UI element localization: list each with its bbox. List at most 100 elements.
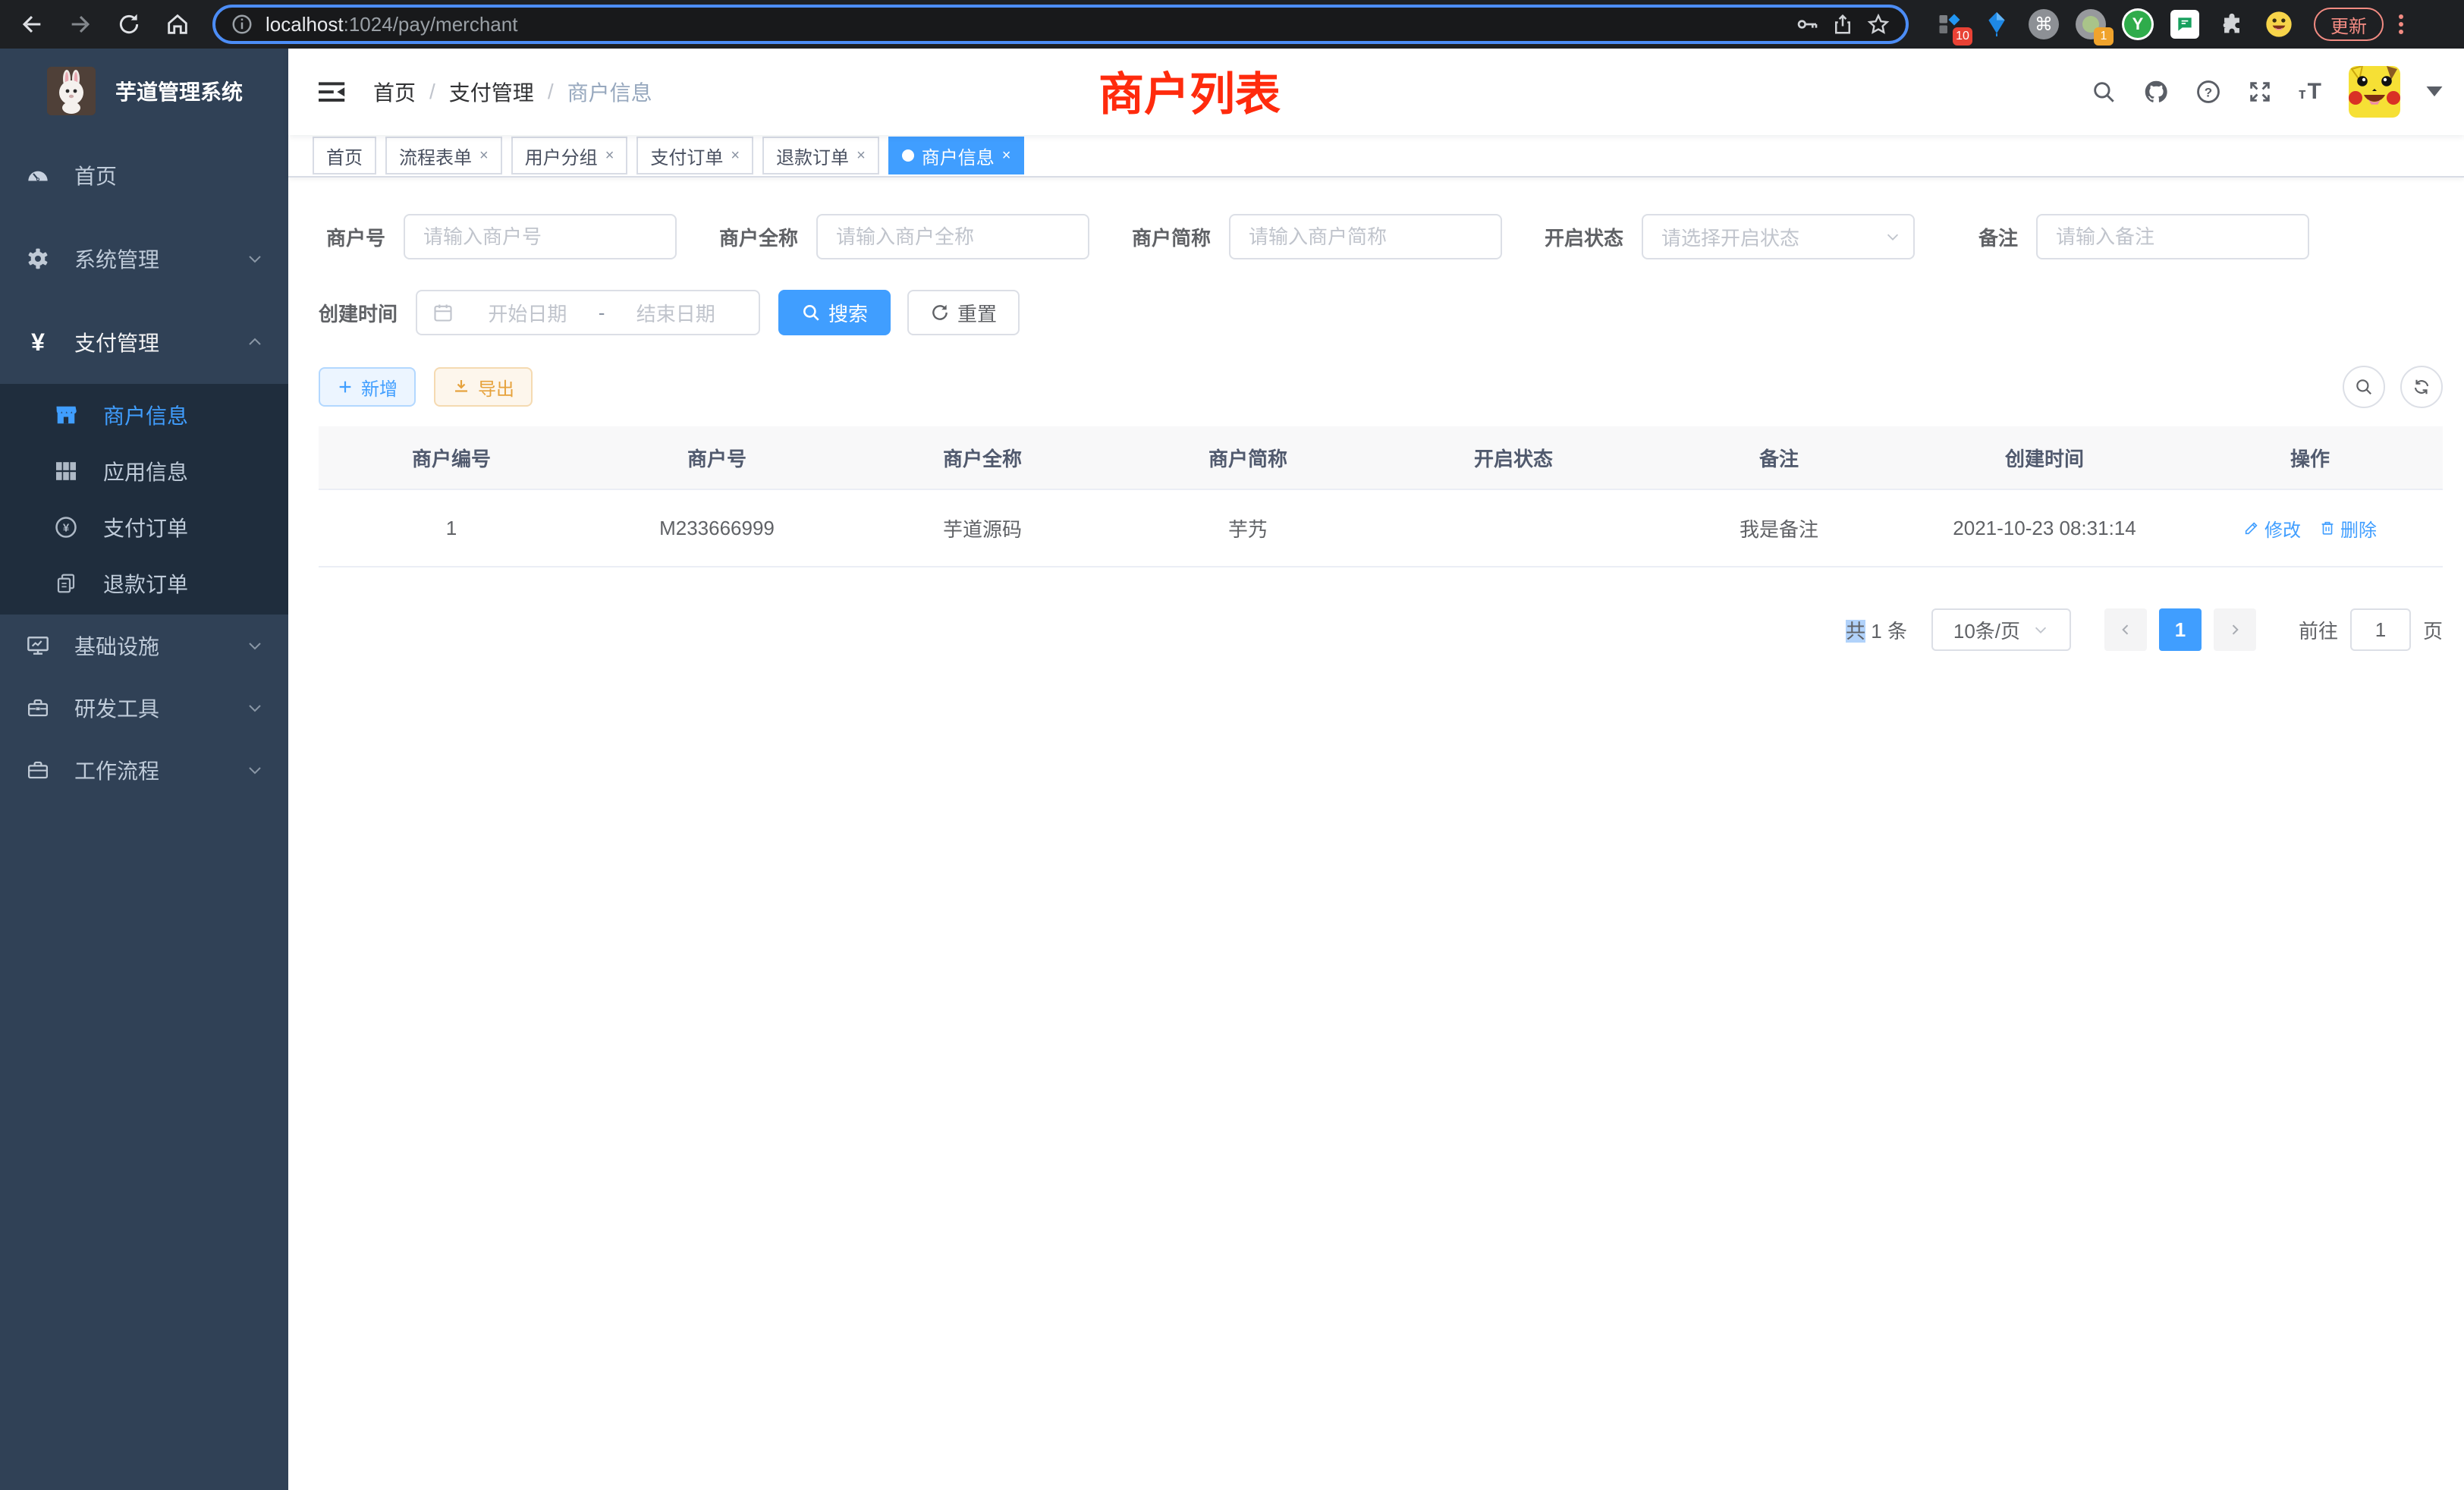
filter-row-1: 商户号 商户全称 商户简称 开启状态 请选择开启状态 (319, 214, 2443, 259)
yen-circle-icon: ¥ (55, 515, 77, 539)
yen-icon: ¥ (26, 328, 50, 357)
toggle-search-button[interactable] (2343, 366, 2385, 408)
browser-menu-icon[interactable] (2399, 14, 2403, 34)
home-icon[interactable] (155, 3, 200, 46)
share-icon[interactable] (1831, 12, 1854, 36)
next-page-button[interactable] (2214, 608, 2256, 651)
grid-icon (55, 461, 77, 481)
sidebar: 芋道管理系统 首页 系统管理 ¥ 支付管理 (0, 49, 288, 1490)
sidebar-item-system[interactable]: 系统管理 (0, 217, 288, 300)
password-key-icon[interactable] (1795, 12, 1819, 36)
filter-row-2: 创建时间 开始日期 - 结束日期 搜索 (319, 290, 2443, 335)
chrome-update-button[interactable]: 更新 (2314, 8, 2384, 41)
close-icon[interactable]: × (1002, 147, 1011, 165)
extension-y-icon[interactable]: Y (2121, 8, 2154, 41)
fullscreen-icon[interactable] (2247, 79, 2273, 105)
col-status: 开启状态 (1381, 444, 1646, 472)
sidebar-collapse-icon[interactable] (319, 80, 346, 104)
col-create-time: 创建时间 (1912, 444, 2177, 472)
page-size-select[interactable]: 10条/页 (1931, 608, 2071, 651)
extension-gray-icon[interactable]: 1 (2074, 8, 2107, 41)
sidebar-item-dev-tools[interactable]: 研发工具 (0, 677, 288, 739)
caret-down-icon[interactable] (2426, 86, 2443, 97)
cell-full-name: 芋道源码 (850, 514, 1115, 542)
add-button[interactable]: 新增 (319, 367, 416, 407)
sidebar-item-label: 退款订单 (103, 568, 188, 599)
reload-icon[interactable] (106, 3, 152, 46)
address-bar[interactable]: localhost:1024/pay/merchant (212, 5, 1909, 44)
font-size-icon[interactable]: тT (2299, 79, 2323, 105)
sidebar-item-app-info[interactable]: 应用信息 (0, 443, 288, 499)
full-name-label: 商户全称 (713, 223, 798, 251)
user-avatar[interactable] (2349, 66, 2400, 118)
forward-icon[interactable] (58, 3, 103, 46)
profile-emoji-icon[interactable] (2262, 8, 2296, 41)
close-icon[interactable]: × (479, 147, 489, 165)
sidebar-item-pay-order[interactable]: ¥ 支付订单 (0, 499, 288, 555)
col-actions: 操作 (2177, 444, 2443, 472)
extension-kite-icon[interactable] (1980, 8, 2013, 41)
close-icon[interactable]: × (605, 147, 614, 165)
sidebar-item-home[interactable]: 首页 (0, 134, 288, 217)
sidebar-item-label: 商户信息 (103, 400, 188, 430)
page-content: 商户号 商户全称 商户简称 开启状态 请选择开启状态 (288, 178, 2464, 1490)
pagination: 共 1 条 10条/页 1 前往 页 (319, 608, 2443, 651)
search-button[interactable]: 搜索 (778, 290, 891, 335)
merchant-no-input[interactable] (404, 214, 677, 259)
briefcase-icon (26, 759, 50, 781)
chevron-down-icon (246, 250, 264, 268)
prev-page-button[interactable] (2104, 608, 2147, 651)
tab-refund-order[interactable]: 退款订单× (762, 137, 879, 174)
sidebar-item-payment[interactable]: ¥ 支付管理 (0, 300, 288, 384)
active-dot (902, 149, 914, 162)
sidebar-item-workflow[interactable]: 工作流程 (0, 739, 288, 801)
close-icon[interactable]: × (731, 147, 740, 165)
sidebar-item-infrastructure[interactable]: 基础设施 (0, 615, 288, 677)
cell-merchant-id: 1 (319, 517, 584, 540)
goto-page-input[interactable] (2350, 608, 2411, 651)
col-merchant-id: 商户编号 (319, 444, 584, 472)
date-range-picker[interactable]: 开始日期 - 结束日期 (416, 290, 760, 335)
export-button[interactable]: 导出 (434, 367, 533, 407)
sidebar-item-merchant-info[interactable]: 商户信息 (0, 387, 288, 443)
cell-merchant-no: M233666999 (584, 517, 850, 540)
logo-image (47, 67, 96, 115)
end-date-placeholder: 结束日期 (608, 299, 743, 327)
full-name-input[interactable] (816, 214, 1089, 259)
close-icon[interactable]: × (856, 147, 866, 165)
app-title: 芋道管理系统 (115, 76, 243, 106)
tab-flow-form[interactable]: 流程表单× (385, 137, 502, 174)
url-text[interactable]: localhost:1024/pay/merchant (266, 13, 1783, 36)
app-logo: 芋道管理系统 (0, 49, 288, 134)
status-label: 开启状态 (1538, 223, 1623, 251)
bookmark-star-icon[interactable] (1866, 12, 1890, 36)
page-1-button[interactable]: 1 (2159, 608, 2202, 651)
short-name-input[interactable] (1229, 214, 1502, 259)
navbar-actions: ? тT (2091, 66, 2443, 118)
github-icon[interactable] (2142, 78, 2170, 105)
help-icon[interactable]: ? (2195, 79, 2221, 105)
site-info-icon[interactable] (231, 13, 253, 36)
tags-view-bar: 首页 流程表单× 用户分组× 支付订单× 退款订单× 商户信息× (288, 135, 2464, 178)
status-select[interactable]: 请选择开启状态 (1642, 214, 1915, 259)
tab-merchant-info[interactable]: 商户信息× (888, 137, 1025, 174)
sidebar-item-label: 首页 (74, 160, 117, 190)
remark-input[interactable] (2036, 214, 2309, 259)
extension-chat-icon[interactable] (2168, 8, 2202, 41)
cell-short-name: 芋艿 (1115, 514, 1381, 542)
sidebar-item-refund-order[interactable]: 退款订单 (0, 555, 288, 611)
search-icon[interactable] (2091, 79, 2117, 105)
reset-button[interactable]: 重置 (907, 290, 1020, 335)
edit-link[interactable]: 修改 (2243, 515, 2301, 542)
tab-user-group[interactable]: 用户分组× (511, 137, 628, 174)
extension-palette-icon[interactable]: 10 (1933, 8, 1966, 41)
extension-command-icon[interactable]: ⌘ (2027, 8, 2060, 41)
refresh-button[interactable] (2400, 366, 2443, 408)
breadcrumb-payment[interactable]: 支付管理 (449, 77, 534, 107)
back-icon[interactable] (9, 3, 55, 46)
tab-home[interactable]: 首页 (313, 137, 376, 174)
breadcrumb-home[interactable]: 首页 (373, 77, 416, 107)
tab-pay-order[interactable]: 支付订单× (636, 137, 753, 174)
delete-link[interactable]: 删除 (2319, 515, 2377, 542)
extensions-puzzle-icon[interactable] (2215, 8, 2249, 41)
